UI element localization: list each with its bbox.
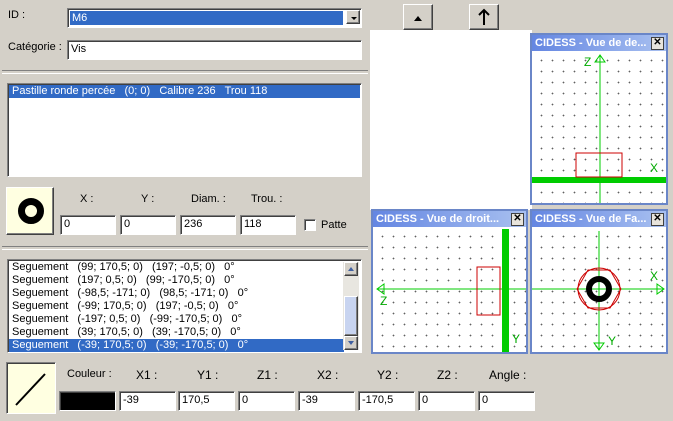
list-item[interactable]: Seguement (-98,5; -171; 0) (98,5; -171; … bbox=[9, 287, 360, 300]
patte-checkbox[interactable] bbox=[304, 219, 316, 231]
axis-label: Y bbox=[512, 332, 520, 346]
front-view-canvas: X Y bbox=[532, 227, 666, 352]
top-view-canvas: Z X bbox=[532, 51, 666, 203]
id-select-value: M6 bbox=[70, 11, 343, 25]
window-title: CIDESS - Vue de Fa... bbox=[535, 213, 647, 225]
axis-label: X bbox=[650, 269, 658, 283]
ring-icon bbox=[18, 198, 44, 224]
category-label: Catégorie : bbox=[8, 41, 62, 53]
y1-label: Y1 : bbox=[197, 368, 219, 382]
divider bbox=[2, 70, 368, 74]
close-icon[interactable]: ✕ bbox=[651, 37, 664, 50]
axis-label: Z bbox=[380, 294, 387, 308]
top-view-title[interactable]: CIDESS - Vue de de... ✕ bbox=[532, 35, 666, 51]
y1-field[interactable]: 170,5 bbox=[178, 391, 235, 411]
arrow-up-icon bbox=[478, 8, 490, 25]
list-item[interactable]: Seguement (39; 170,5; 0) (39; -170,5; 0)… bbox=[9, 326, 360, 339]
right-view-title[interactable]: CIDESS - Vue de droit... ✕ bbox=[373, 211, 526, 227]
list-item[interactable]: Pastille ronde percée (0; 0) Calibre 236… bbox=[9, 85, 360, 98]
x2-field[interactable]: -39 bbox=[298, 391, 355, 411]
y2-field[interactable]: -170,5 bbox=[358, 391, 415, 411]
divider bbox=[2, 246, 368, 250]
z1-field[interactable]: 0 bbox=[238, 391, 295, 411]
axis-label: X bbox=[650, 161, 658, 175]
axis-label: Z bbox=[584, 55, 591, 69]
id-label: ID : bbox=[8, 9, 26, 21]
x2-label: X2 : bbox=[317, 368, 339, 382]
list-item[interactable]: Seguement (99; 170,5; 0) (197; -0,5; 0) … bbox=[9, 261, 360, 274]
move-up-button[interactable] bbox=[403, 4, 433, 30]
window-title: CIDESS - Vue de de... bbox=[535, 37, 647, 49]
list-item[interactable]: Seguement (197; 0,5; 0) (99; -170,5; 0) … bbox=[9, 274, 360, 287]
segment-list[interactable]: Seguement (99; 170,5; 0) (197; -0,5; 0) … bbox=[7, 259, 362, 353]
right-view-window[interactable]: CIDESS - Vue de droit... ✕ Z Y bbox=[371, 209, 528, 354]
couleur-label: Couleur : bbox=[67, 368, 112, 380]
list-item[interactable]: Seguement (-39; 170,5; 0) (-39; -170,5; … bbox=[9, 339, 344, 352]
list-item[interactable]: Seguement (-197; 0,5; 0) (-99; -170,5; 0… bbox=[9, 313, 360, 326]
z1-label: Z1 : bbox=[257, 368, 278, 382]
y-field[interactable]: 0 bbox=[120, 215, 176, 235]
segment-preview bbox=[6, 362, 56, 414]
scrollbar[interactable] bbox=[343, 262, 359, 350]
x-label: X : bbox=[80, 193, 94, 205]
scroll-down-button[interactable] bbox=[344, 336, 358, 350]
canvas-area bbox=[370, 30, 532, 210]
triangle-up-icon bbox=[414, 16, 422, 21]
pastille-preview bbox=[6, 187, 54, 235]
diam-label: Diam. : bbox=[191, 193, 226, 205]
id-select[interactable]: M6 bbox=[67, 8, 362, 28]
z2-field[interactable]: 0 bbox=[418, 391, 475, 411]
front-view-title[interactable]: CIDESS - Vue de Fa... ✕ bbox=[532, 211, 666, 227]
scroll-thumb[interactable] bbox=[344, 296, 358, 336]
chevron-down-icon[interactable] bbox=[346, 10, 360, 24]
list-item[interactable]: Seguement (-99; 170,5; 0) (197; -0,5; 0)… bbox=[9, 300, 360, 313]
y2-label: Y2 : bbox=[377, 368, 399, 382]
up-arrow-button[interactable] bbox=[469, 4, 499, 30]
axis-label: Y bbox=[608, 334, 616, 348]
right-view-canvas: Z Y bbox=[373, 227, 526, 352]
y-label: Y : bbox=[141, 193, 155, 205]
angle-field[interactable]: 0 bbox=[478, 391, 535, 411]
front-view-window[interactable]: CIDESS - Vue de Fa... ✕ X Y bbox=[530, 209, 668, 354]
patte-label: Patte bbox=[321, 219, 347, 231]
diam-field[interactable]: 236 bbox=[180, 215, 236, 235]
angle-label: Angle : bbox=[489, 368, 527, 382]
trou-label: Trou. : bbox=[251, 193, 283, 205]
x1-field[interactable]: -39 bbox=[119, 391, 176, 411]
diagonal-line-icon bbox=[15, 373, 46, 406]
segment-editor: Couleur : X1 : Y1 : Z1 : X2 : Y2 : Z2 : … bbox=[0, 356, 673, 421]
window-title: CIDESS - Vue de droit... bbox=[376, 213, 500, 225]
color-swatch[interactable] bbox=[59, 391, 116, 411]
top-view-window[interactable]: CIDESS - Vue de de... ✕ Z X bbox=[530, 33, 668, 205]
x1-label: X1 : bbox=[136, 368, 158, 382]
close-icon[interactable]: ✕ bbox=[511, 213, 524, 226]
trou-field[interactable]: 118 bbox=[240, 215, 296, 235]
scroll-up-button[interactable] bbox=[344, 262, 358, 276]
pastille-list[interactable]: Pastille ronde percée (0; 0) Calibre 236… bbox=[7, 83, 362, 177]
z2-label: Z2 : bbox=[437, 368, 458, 382]
close-icon[interactable]: ✕ bbox=[651, 213, 664, 226]
category-field[interactable]: Vis bbox=[67, 40, 362, 60]
x-field[interactable]: 0 bbox=[60, 215, 116, 235]
